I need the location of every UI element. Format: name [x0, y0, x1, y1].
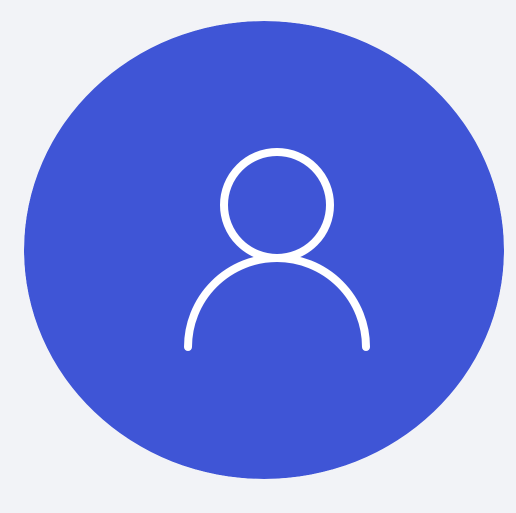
- user-icon: [24, 21, 504, 479]
- avatar-circle: [24, 21, 504, 479]
- avatar[interactable]: [24, 21, 504, 479]
- avatar-placeholder-screen: [0, 0, 516, 513]
